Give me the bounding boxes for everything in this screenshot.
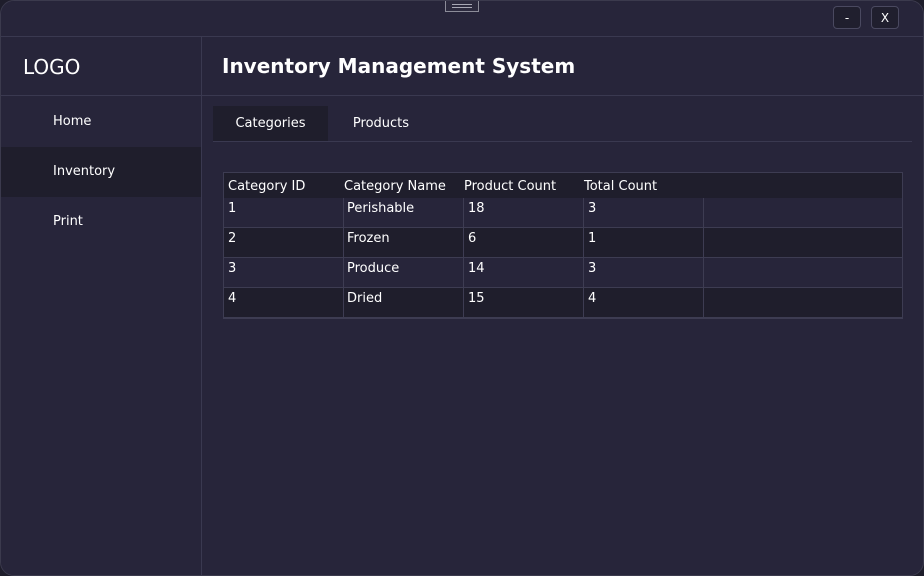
categories-table[interactable]: Category ID Category Name Product Count … (223, 172, 903, 319)
main-header: Inventory Management System (202, 37, 923, 96)
cell-product-count: 6 (464, 228, 584, 257)
cell-total-count: 3 (584, 258, 704, 287)
cell-category-name: Dried (344, 288, 464, 317)
cell-product-count: 18 (464, 198, 584, 227)
cell-total-count: 4 (584, 288, 704, 317)
tab-divider (213, 141, 912, 142)
tab-products[interactable]: Products (328, 106, 434, 141)
cell-category-name: Frozen (344, 228, 464, 257)
cell-category-id: 3 (224, 258, 344, 287)
cell-total-count: 1 (584, 228, 704, 257)
cell-category-id: 4 (224, 288, 344, 317)
page-title: Inventory Management System (222, 54, 576, 78)
sidebar-item-print[interactable]: Print (1, 197, 201, 247)
sidebar: LOGO Home Inventory Print (1, 37, 202, 575)
column-header-total-count[interactable]: Total Count (584, 173, 657, 200)
cell-product-count: 14 (464, 258, 584, 287)
table-row[interactable]: 3 Produce 14 3 (224, 258, 902, 288)
cell-product-count: 15 (464, 288, 584, 317)
logo: LOGO (23, 55, 81, 79)
sidebar-item-label: Home (53, 114, 92, 129)
column-header-category-id[interactable]: Category ID (228, 173, 305, 200)
column-header-product-count[interactable]: Product Count (464, 173, 556, 200)
title-bar[interactable]: - X (1, 1, 923, 37)
sidebar-item-label: Inventory (53, 164, 116, 179)
table-row[interactable]: 1 Perishable 18 3 (224, 198, 902, 228)
drag-handle-icon[interactable] (445, 1, 479, 12)
cell-category-id: 1 (224, 198, 344, 227)
minimize-button[interactable]: - (833, 6, 861, 29)
sidebar-item-inventory[interactable]: Inventory (1, 147, 201, 197)
table-row[interactable]: 4 Dried 15 4 (224, 288, 902, 318)
close-button[interactable]: X (871, 6, 899, 29)
tab-categories[interactable]: Categories (213, 106, 328, 141)
cell-category-name: Produce (344, 258, 464, 287)
table-header: Category ID Category Name Product Count … (224, 173, 902, 198)
app-window: - X LOGO Home Inventory Print Inventory … (0, 0, 924, 576)
sidebar-item-label: Print (53, 214, 83, 229)
cell-category-name: Perishable (344, 198, 464, 227)
column-header-category-name[interactable]: Category Name (344, 173, 446, 200)
table-row[interactable]: 2 Frozen 6 1 (224, 228, 902, 258)
cell-category-id: 2 (224, 228, 344, 257)
cell-total-count: 3 (584, 198, 704, 227)
sidebar-divider (1, 95, 201, 96)
sidebar-item-home[interactable]: Home (1, 97, 201, 147)
